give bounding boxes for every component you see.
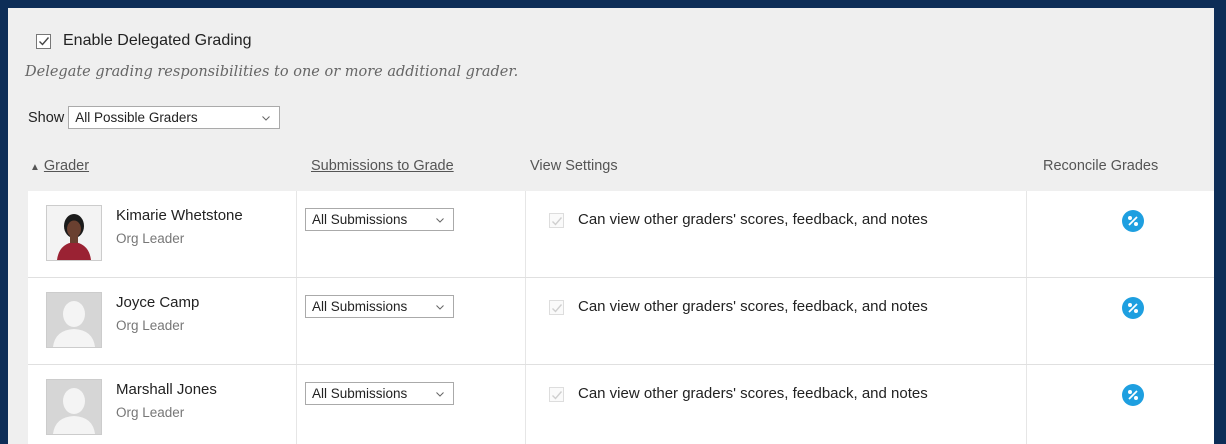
checkmark-icon bbox=[38, 37, 49, 46]
column-divider bbox=[525, 191, 526, 277]
view-settings-label: Can view other graders' scores, feedback… bbox=[578, 385, 928, 402]
grader-name: Kimarie Whetstone bbox=[116, 207, 243, 224]
submissions-select-value: All Submissions bbox=[312, 299, 408, 314]
chevron-down-icon bbox=[436, 304, 444, 310]
reconcile-grades-icon[interactable] bbox=[1122, 210, 1144, 232]
grader-header-label: Grader bbox=[43, 158, 90, 174]
column-header-submissions[interactable]: Submissions to Grade bbox=[311, 158, 454, 174]
reconcile-grades-icon[interactable] bbox=[1122, 297, 1144, 319]
percent-icon bbox=[1128, 303, 1138, 313]
chevron-down-icon bbox=[436, 391, 444, 397]
table-row: Joyce Camp Org Leader All Submissions Ca… bbox=[28, 278, 1214, 365]
percent-icon bbox=[1128, 390, 1138, 400]
checkmark-icon bbox=[551, 216, 562, 226]
column-header-grader[interactable]: ▲ Grader bbox=[30, 158, 89, 174]
submissions-select-value: All Submissions bbox=[312, 212, 408, 227]
enable-delegated-grading-checkbox[interactable] bbox=[36, 33, 51, 49]
default-user-icon bbox=[47, 380, 101, 434]
view-settings-label: Can view other graders' scores, feedback… bbox=[578, 211, 928, 228]
reconcile-grades-icon[interactable] bbox=[1122, 384, 1144, 406]
column-divider bbox=[525, 365, 526, 444]
avatar bbox=[46, 379, 102, 435]
user-photo-icon bbox=[47, 206, 101, 260]
column-divider bbox=[296, 278, 297, 364]
checkmark-icon bbox=[551, 303, 562, 313]
submissions-select[interactable]: All Submissions bbox=[305, 295, 454, 318]
submissions-select[interactable]: All Submissions bbox=[305, 208, 454, 231]
chevron-down-icon bbox=[436, 217, 444, 223]
show-filter: Show All Possible Graders bbox=[28, 106, 281, 129]
default-user-icon bbox=[47, 293, 101, 347]
column-divider bbox=[1026, 191, 1027, 277]
column-divider bbox=[296, 365, 297, 444]
view-settings-label: Can view other graders' scores, feedback… bbox=[578, 298, 928, 315]
view-settings-checkbox[interactable] bbox=[549, 300, 564, 315]
table-row: Kimarie Whetstone Org Leader All Submiss… bbox=[28, 191, 1214, 278]
chevron-down-icon bbox=[262, 115, 271, 121]
avatar bbox=[46, 205, 102, 261]
table-row: Marshall Jones Org Leader All Submission… bbox=[28, 365, 1214, 444]
column-divider bbox=[1026, 278, 1027, 364]
sort-ascending-icon: ▲ bbox=[30, 162, 40, 173]
show-graders-select[interactable]: All Possible Graders bbox=[68, 106, 281, 129]
graders-table: Kimarie Whetstone Org Leader All Submiss… bbox=[28, 191, 1214, 444]
submissions-select-value: All Submissions bbox=[312, 386, 408, 401]
show-graders-value: All Possible Graders bbox=[75, 110, 198, 125]
grader-role: Org Leader bbox=[116, 318, 185, 333]
grader-name: Joyce Camp bbox=[116, 294, 200, 311]
percent-icon bbox=[1128, 216, 1138, 226]
checkmark-icon bbox=[551, 390, 562, 400]
column-divider bbox=[525, 278, 526, 364]
delegated-grading-description: Delegate grading responsibilities to one… bbox=[25, 64, 519, 80]
column-header-reconcile-grades: Reconcile Grades bbox=[1043, 158, 1159, 174]
enable-delegated-grading-label: Enable Delegated Grading bbox=[63, 32, 252, 49]
grader-role: Org Leader bbox=[116, 405, 185, 420]
grader-name: Marshall Jones bbox=[116, 381, 217, 398]
grader-role: Org Leader bbox=[116, 231, 185, 246]
show-label: Show bbox=[28, 109, 65, 126]
view-settings-checkbox[interactable] bbox=[549, 387, 564, 402]
avatar bbox=[46, 292, 102, 348]
delegated-grading-panel: Enable Delegated Grading Delegate gradin… bbox=[8, 8, 1214, 444]
submissions-select[interactable]: All Submissions bbox=[305, 382, 454, 405]
view-settings-checkbox[interactable] bbox=[549, 213, 564, 228]
column-divider bbox=[1026, 365, 1027, 444]
column-divider bbox=[296, 191, 297, 277]
enable-delegated-grading-row[interactable]: Enable Delegated Grading bbox=[36, 32, 252, 50]
column-header-view-settings: View Settings bbox=[530, 158, 618, 174]
